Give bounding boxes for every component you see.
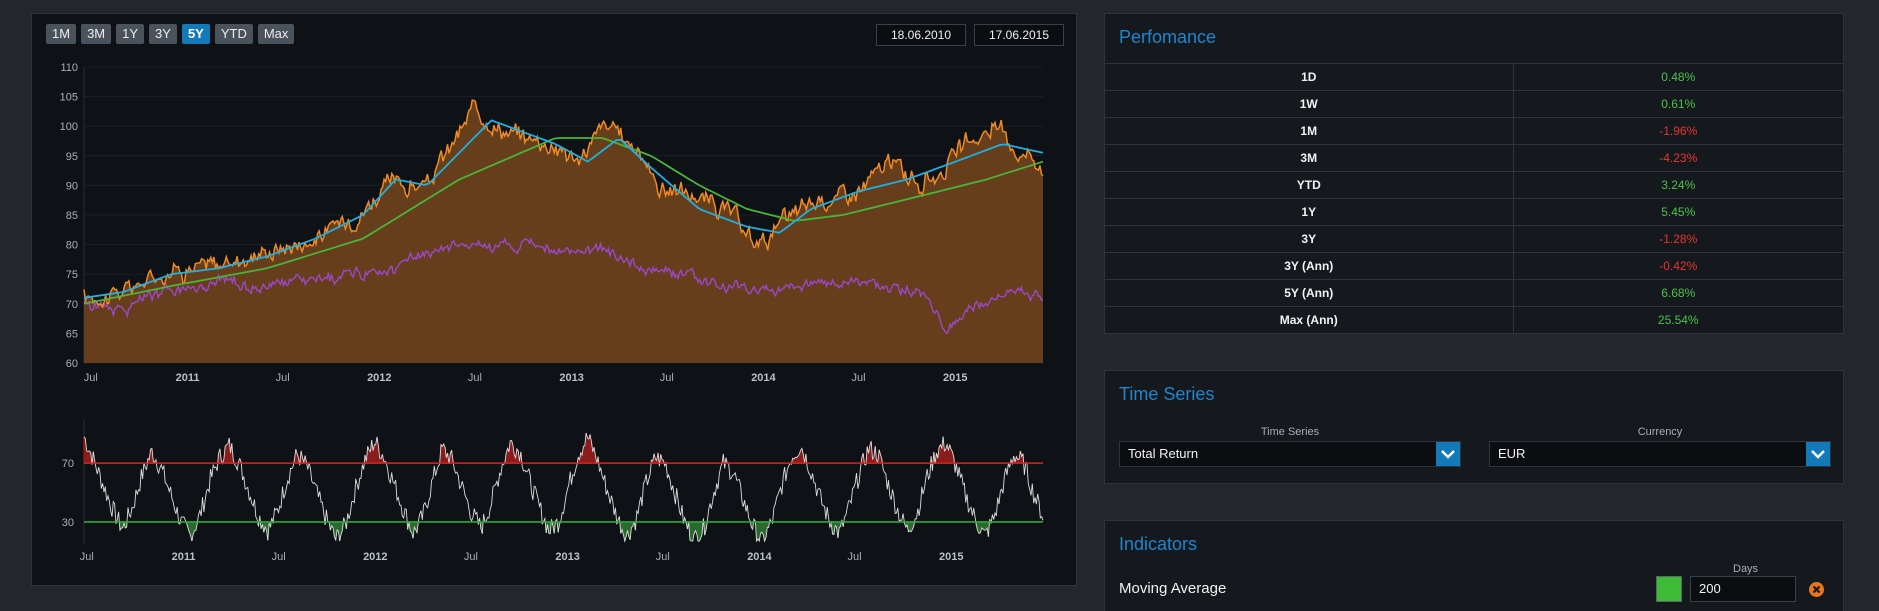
performance-row: 1Y 5.45% — [1105, 198, 1843, 226]
y-tick-label: 100 — [60, 121, 78, 133]
range-button-3y[interactable]: 3Y — [149, 24, 177, 44]
performance-value: 0.61% — [1513, 90, 1843, 118]
y-tick-label: 75 — [66, 269, 78, 281]
range-button-5y[interactable]: 5Y — [181, 24, 210, 44]
performance-value: 6.68% — [1513, 279, 1843, 307]
performance-value: -0.42% — [1513, 252, 1843, 280]
indicator-color-swatch[interactable] — [1656, 576, 1682, 602]
rsi-overbought-fill — [83, 433, 1027, 464]
performance-row: Max (Ann) 25.54% — [1105, 306, 1843, 334]
rsi-x-tick-label: Jul — [848, 551, 862, 563]
range-button-1m[interactable]: 1M — [46, 24, 77, 44]
performance-value: -4.23% — [1513, 144, 1843, 172]
indicator-name: Moving Average — [1119, 580, 1227, 597]
range-button-max[interactable]: Max — [257, 24, 295, 44]
performance-value: 5.45% — [1513, 198, 1843, 226]
indicators-card: Indicators Days Moving Average 200 — [1104, 520, 1844, 611]
performance-value: -1.28% — [1513, 225, 1843, 253]
performance-period: 3Y (Ann) — [1105, 252, 1514, 280]
x-tick-label: Jul — [276, 372, 290, 384]
performance-value: 25.54% — [1513, 306, 1843, 334]
y-tick-label: 95 — [66, 151, 78, 163]
rsi-x-tick-label: 2013 — [555, 551, 579, 563]
performance-period: Max (Ann) — [1105, 306, 1514, 334]
y-tick-label: 110 — [60, 62, 78, 74]
performance-period: 1D — [1105, 63, 1514, 91]
chevron-down-icon[interactable] — [1436, 442, 1460, 466]
performance-row: 3Y (Ann) -0.42% — [1105, 252, 1843, 280]
performance-period: 3Y — [1105, 225, 1514, 253]
rsi-y-tick-label: 70 — [62, 458, 74, 470]
performance-row: 1W 0.61% — [1105, 90, 1843, 118]
y-tick-label: 105 — [60, 92, 78, 104]
rsi-y-tick-label: 30 — [62, 517, 74, 529]
y-tick-label: 80 — [66, 240, 78, 252]
performance-period: 1M — [1105, 117, 1514, 145]
performance-period: YTD — [1105, 171, 1514, 199]
days-label: Days — [1733, 563, 1759, 575]
performance-row: 1D 0.48% — [1105, 63, 1843, 91]
y-tick-label: 70 — [66, 299, 78, 311]
currency-select[interactable]: EUR — [1489, 441, 1831, 467]
rsi-x-tick-label: Jul — [80, 551, 94, 563]
time-series-select-value: Total Return — [1128, 446, 1199, 461]
x-tick-label: Jul — [852, 372, 866, 384]
x-tick-label: 2012 — [367, 372, 391, 384]
x-tick-label: Jul — [84, 372, 98, 384]
indicators-title: Indicators — [1119, 534, 1198, 554]
performance-value: 0.48% — [1513, 63, 1843, 91]
rsi-x-tick-label: Jul — [272, 551, 286, 563]
time-series-select[interactable]: Total Return — [1119, 441, 1461, 467]
date-from-input[interactable]: 18.06.2010 — [876, 24, 966, 46]
y-tick-label: 90 — [66, 180, 78, 192]
chart-panel: 60 65 70 75 80 85 90 95 100 105 110 Jul 2011 Jul 2012 J… — [31, 13, 1077, 586]
currency-field-label: Currency — [1637, 426, 1683, 438]
performance-period: 3M — [1105, 144, 1514, 172]
range-button-3m[interactable]: 3M — [81, 24, 112, 44]
chart-canvas: 60 65 70 75 80 85 90 95 100 105 110 Jul 2011 Jul 2012 J… — [60, 62, 1044, 563]
performance-row: 3M -4.23% — [1105, 144, 1843, 172]
range-button-ytd[interactable]: YTD — [214, 24, 253, 44]
performance-card: Perfomance 1D 0.48% 1W 0.61% 1M -1.96% 3M -4.23… — [1104, 13, 1844, 334]
performance-row: 5Y (Ann) 6.68% — [1105, 279, 1843, 307]
rsi-x-tick-label: Jul — [656, 551, 670, 563]
range-selector: 1M 3M 1Y 3Y 5Y YTD Max — [46, 24, 295, 44]
performance-period: 1W — [1105, 90, 1514, 118]
performance-row: 3Y -1.28% — [1105, 225, 1843, 253]
y-tick-label: 65 — [66, 328, 78, 340]
performance-period: 1Y — [1105, 198, 1514, 226]
performance-value: -1.96% — [1513, 117, 1843, 145]
rsi-x-tick-label: 2014 — [747, 551, 772, 563]
chevron-down-icon[interactable] — [1806, 442, 1830, 466]
x-tick-label: 2015 — [943, 372, 967, 384]
x-tick-label: 2014 — [751, 372, 776, 384]
range-button-1y[interactable]: 1Y — [116, 24, 145, 44]
x-tick-label: 2013 — [559, 372, 583, 384]
x-tick-label: 2011 — [176, 372, 200, 384]
x-tick-label: Jul — [468, 372, 482, 384]
y-tick-label: 60 — [66, 358, 78, 370]
time-series-card: Time Series Time Series Total Return Cur… — [1104, 370, 1844, 484]
remove-circle-icon[interactable] — [1808, 581, 1825, 598]
rsi-oversold-fill — [115, 521, 992, 542]
performance-row: YTD 3.24% — [1105, 171, 1843, 199]
performance-period: 5Y (Ann) — [1105, 279, 1514, 307]
currency-select-value: EUR — [1498, 446, 1526, 461]
price-area — [84, 100, 1043, 363]
date-to-input[interactable]: 17.06.2015 — [974, 24, 1064, 46]
time-series-field-label: Time Series — [1260, 426, 1320, 438]
time-series-title: Time Series — [1119, 384, 1215, 404]
rsi-x-tick-label: Jul — [464, 551, 478, 563]
rsi-x-tick-label: 2012 — [363, 551, 387, 563]
performance-value: 3.24% — [1513, 171, 1843, 199]
rsi-x-tick-label: 2015 — [939, 551, 963, 563]
performance-table: 1D 0.48% 1W 0.61% 1M -1.96% 3M -4.23% YTD 3.24% 1Y… — [1105, 63, 1843, 334]
rsi-x-tick-label: 2011 — [172, 551, 196, 563]
performance-title: Perfomance — [1119, 27, 1217, 47]
y-tick-label: 85 — [66, 210, 78, 222]
x-tick-label: Jul — [660, 372, 674, 384]
days-input[interactable]: 200 — [1690, 576, 1796, 602]
performance-row: 1M -1.96% — [1105, 117, 1843, 145]
